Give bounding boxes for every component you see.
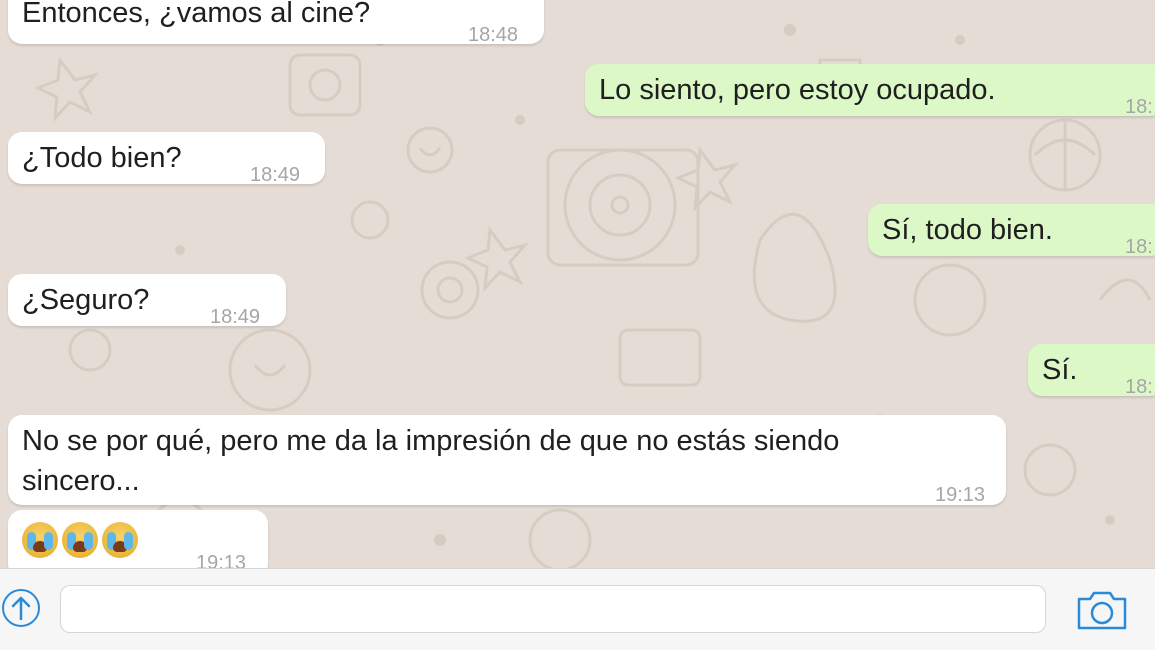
loudly-crying-face-icon [102, 522, 138, 558]
message-text: ¿Todo bien? [22, 142, 182, 174]
message-text: Sí. [1042, 354, 1078, 386]
message-bubble-incoming[interactable]: ¿Todo bien? 18:49 [8, 132, 325, 186]
message-time: 18:49 [250, 164, 301, 186]
message-bubble-incoming[interactable]: 19:13 [8, 510, 268, 568]
message-bubble-incoming[interactable]: No se por qué, pero me da la impresión d… [8, 415, 1006, 506]
emoji-row [22, 522, 138, 558]
message-time: 18:49 [210, 306, 261, 328]
message-time: 18: [1125, 376, 1153, 398]
message-text: Sí, todo bien. [882, 214, 1053, 246]
message-time: 18: [1125, 236, 1153, 258]
message-text-line-1: No se por qué, pero me da la impresión d… [22, 425, 840, 457]
camera-icon[interactable] [1076, 589, 1128, 631]
message-time: 18: [1125, 96, 1153, 118]
loudly-crying-face-icon [22, 522, 58, 558]
message-time: 18:48 [468, 24, 519, 46]
message-bubble-incoming[interactable]: ¿Seguro? 18:49 [8, 274, 286, 328]
chat-area[interactable]: Entonces, ¿vamos al cine? 18:48 Lo sient… [0, 0, 1155, 568]
loudly-crying-face-icon [62, 522, 98, 558]
message-bubble-outgoing[interactable]: Sí. 18: [1028, 344, 1155, 398]
arrow-up-circle-icon[interactable] [2, 589, 40, 627]
message-input[interactable] [60, 585, 1046, 633]
message-time: 19:13 [196, 552, 247, 568]
message-bubble-outgoing[interactable]: Lo siento, pero estoy ocupado. 18: [585, 64, 1155, 118]
chat-screen: Entonces, ¿vamos al cine? 18:48 Lo sient… [0, 0, 1155, 650]
message-bubble-incoming[interactable]: Entonces, ¿vamos al cine? 18:48 [8, 0, 544, 46]
message-text-line-2: sincero... [22, 465, 140, 497]
message-bubble-outgoing[interactable]: Sí, todo bien. 18: [868, 204, 1155, 258]
message-text: ¿Seguro? [22, 284, 150, 316]
message-time: 19:13 [935, 484, 986, 506]
composer-bar [0, 568, 1155, 650]
message-text: Lo siento, pero estoy ocupado. [599, 74, 996, 106]
message-text: Entonces, ¿vamos al cine? [22, 0, 371, 29]
